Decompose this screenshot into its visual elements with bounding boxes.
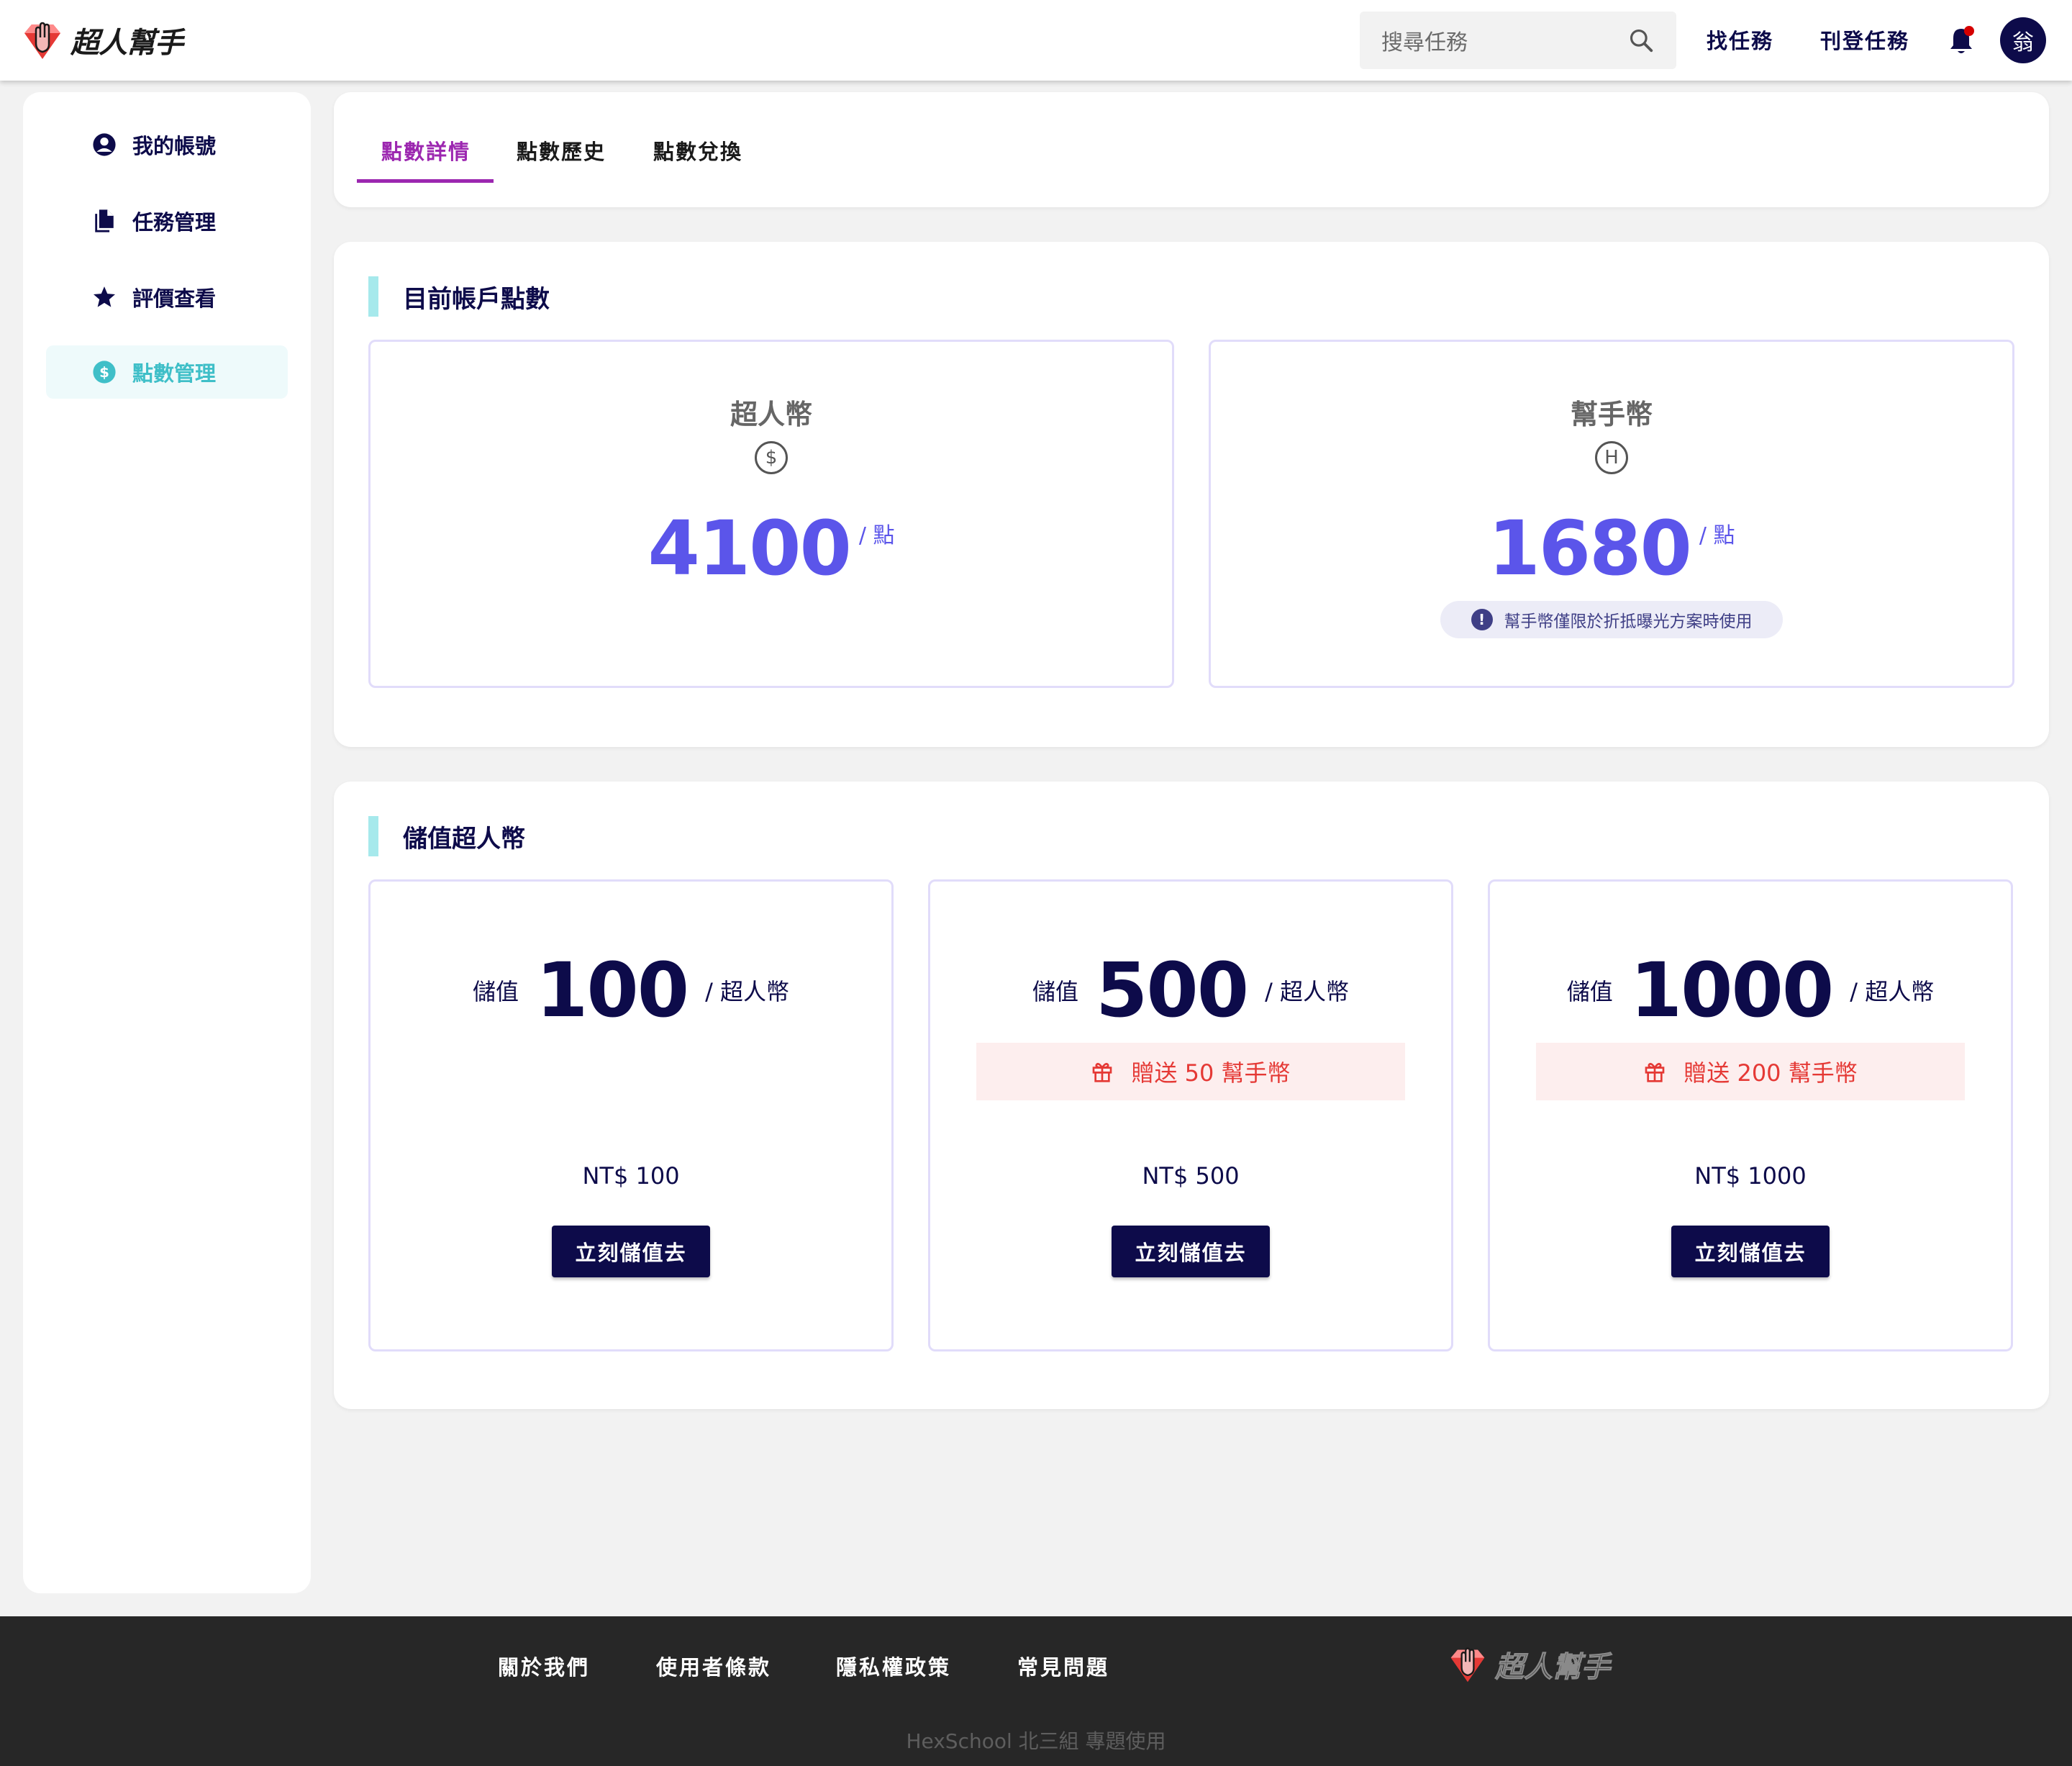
hand-logo-icon	[24, 22, 60, 59]
topup-plan-100: 儲值 100 / 超人幣 NT$ 100 立刻儲值去	[368, 879, 894, 1351]
nav-find-task[interactable]: 找任務	[1707, 24, 1773, 55]
gift-icon	[1093, 1063, 1112, 1082]
brand-logo[interactable]: 超人幫手	[20, 19, 183, 62]
topup-card: 儲值超人幣 儲值 100 / 超人幣 NT$ 100 立刻儲值去 儲值 500 …	[334, 782, 2049, 1409]
footer-link-privacy[interactable]: 隱私權政策	[836, 1651, 951, 1681]
plan-head: 儲值 500 / 超人幣	[930, 946, 1451, 1034]
h-coin-icon: H	[1595, 441, 1628, 474]
section-accent-bar	[368, 276, 378, 317]
svg-text:$: $	[99, 364, 109, 381]
footer-wordmark: 超人幫手	[1495, 1651, 1611, 1685]
coin-unit: / 點	[1699, 523, 1735, 548]
search-input[interactable]: 搜尋任務	[1360, 12, 1676, 69]
helper-coin-note: ! 幫手幣僅限於折抵曝光方案時使用	[1440, 601, 1783, 638]
dollar-coin-icon: $	[755, 441, 788, 474]
site-footer: 關於我們 使用者條款 隱私權政策 常見問題 超人幫手 HexSchool 北三組…	[0, 1616, 2072, 1766]
plan-prefix: 儲值	[472, 978, 519, 1005]
nav-post-task[interactable]: 刊登任務	[1820, 24, 1909, 55]
tab-points-exchange[interactable]: 點數兌換	[653, 135, 742, 183]
sidebar-item-account[interactable]: 我的帳號	[46, 118, 288, 171]
plan-bonus: 贈送 200 幫手幣	[1536, 1043, 1965, 1100]
search-icon[interactable]	[1627, 27, 1655, 54]
topup-plan-1000: 儲值 1000 / 超人幣 贈送 200 幫手幣 NT$ 1000 立刻儲值去	[1488, 879, 2013, 1351]
sidebar: 我的帳號 任務管理 評價查看 $ 點數管理	[23, 92, 311, 1593]
coin-value: 4100	[648, 504, 851, 592]
plan-amount: 1000	[1630, 946, 1834, 1034]
sidebar-item-points[interactable]: $ 點數管理	[46, 345, 288, 399]
user-avatar[interactable]: 翁	[2000, 17, 2046, 63]
plan-price: NT$ 1000	[1694, 1162, 1807, 1190]
plan-suffix: / 超人幣	[705, 978, 790, 1005]
hand-logo-icon	[1450, 1647, 1485, 1683]
coin-name: 幫手幣	[1570, 399, 1653, 430]
sidebar-item-tasks[interactable]: 任務管理	[46, 194, 288, 248]
plan-suffix: / 超人幣	[1850, 978, 1935, 1005]
bonus-text: 贈送 50 幫手幣	[1131, 1059, 1291, 1087]
sidebar-item-label: 任務管理	[132, 210, 217, 235]
coin-unit: / 點	[858, 523, 895, 548]
topup-button[interactable]: 立刻儲值去	[1112, 1226, 1270, 1277]
bonus-text: 贈送 200 幫手幣	[1684, 1059, 1858, 1087]
tab-points-history[interactable]: 點數歷史	[517, 135, 606, 183]
sidebar-item-label: 點數管理	[132, 361, 217, 386]
sidebar-item-label: 我的帳號	[132, 134, 217, 158]
plan-amount: 500	[1095, 946, 1249, 1034]
points-tabs: 點數詳情 點數歷史 點數兌換	[334, 92, 2049, 207]
plan-price: NT$ 500	[1142, 1162, 1240, 1190]
plan-prefix: 儲值	[1566, 978, 1613, 1005]
topup-button[interactable]: 立刻儲值去	[552, 1226, 710, 1277]
balance-title: 目前帳戶點數	[403, 284, 550, 314]
top-header: 超人幫手 搜尋任務 找任務 刊登任務 翁	[0, 0, 2072, 81]
dollar-circle-icon: $	[93, 361, 116, 384]
topup-button[interactable]: 立刻儲值去	[1671, 1226, 1830, 1277]
footer-link-terms[interactable]: 使用者條款	[656, 1651, 771, 1681]
brand-wordmark: 超人幫手	[71, 27, 183, 60]
footer-brand-logo[interactable]: 超人幫手	[1446, 1644, 1611, 1685]
helper-coin-box: 幫手幣 H 1680 / 點 ! 幫手幣僅限於折抵曝光方案時使用	[1209, 340, 2014, 688]
footer-link-faq[interactable]: 常見問題	[1017, 1651, 1109, 1681]
plan-bonus: 贈送 50 幫手幣	[976, 1043, 1405, 1100]
balance-card: 目前帳戶點數 超人幣 $ 4100 / 點 幫手幣 H 1680 / 點 ! 幫手幣…	[334, 242, 2049, 747]
copyright-text: HexSchool 北三組 專題使用	[906, 1729, 1166, 1753]
section-title: 目前帳戶點數	[368, 276, 550, 317]
gift-icon	[1645, 1063, 1665, 1082]
tab-points-detail[interactable]: 點數詳情	[357, 135, 494, 183]
section-accent-bar	[368, 816, 378, 856]
search-placeholder: 搜尋任務	[1381, 30, 1468, 55]
documents-icon	[95, 209, 114, 232]
plan-price: NT$ 100	[582, 1162, 680, 1190]
plan-head: 儲值 1000 / 超人幣	[1490, 946, 2011, 1034]
star-icon	[93, 286, 116, 307]
plan-prefix: 儲值	[1032, 978, 1078, 1005]
superman-coin-box: 超人幣 $ 4100 / 點	[368, 340, 1174, 688]
topup-plan-500: 儲值 500 / 超人幣 贈送 50 幫手幣 NT$ 500 立刻儲值去	[928, 879, 1453, 1351]
footer-link-about[interactable]: 關於我們	[498, 1651, 590, 1681]
info-icon: !	[1471, 609, 1493, 630]
coin-balance: 1680 / 點	[1211, 504, 2012, 592]
notification-bell-icon[interactable]	[1947, 24, 1976, 56]
sidebar-item-label: 評價查看	[132, 286, 217, 311]
sidebar-item-reviews[interactable]: 評價查看	[46, 271, 288, 324]
coin-value: 1680	[1488, 504, 1691, 592]
note-text: 幫手幣僅限於折抵曝光方案時使用	[1504, 612, 1753, 631]
coin-name: 超人幣	[730, 399, 812, 430]
section-title: 儲值超人幣	[368, 816, 525, 856]
coin-balance: 4100 / 點	[371, 504, 1172, 592]
user-circle-icon	[93, 133, 116, 156]
plan-head: 儲值 100 / 超人幣	[371, 946, 891, 1034]
plan-suffix: / 超人幣	[1265, 978, 1350, 1005]
topup-title: 儲值超人幣	[403, 824, 525, 853]
plan-amount: 100	[535, 946, 689, 1034]
